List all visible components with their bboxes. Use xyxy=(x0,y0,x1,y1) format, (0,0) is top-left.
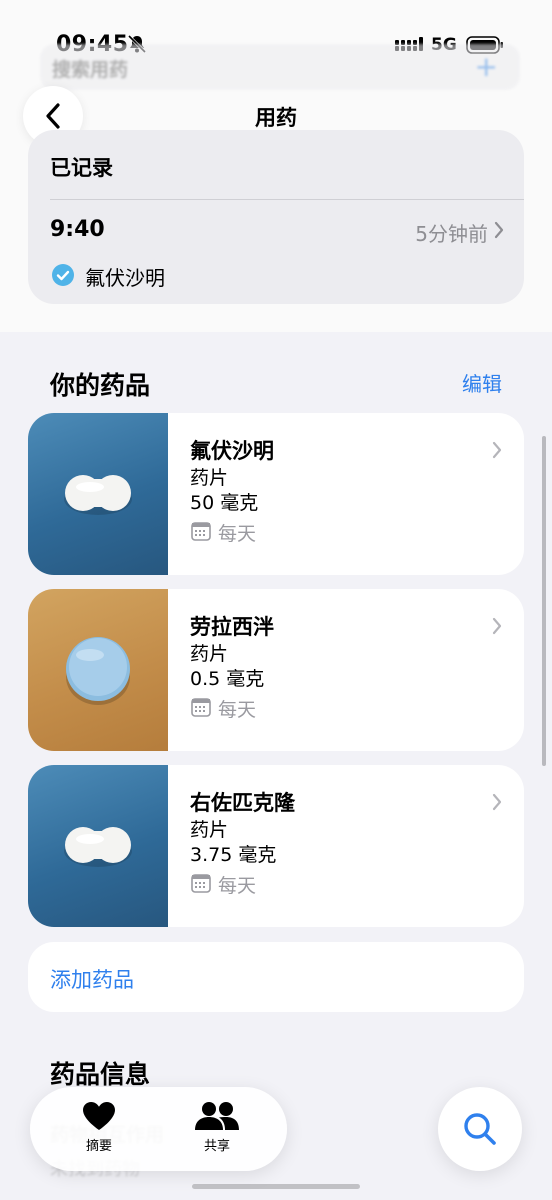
heart-icon xyxy=(83,1102,115,1130)
chevron-right-icon xyxy=(492,617,502,635)
search-placeholder: 搜索用药 xyxy=(52,59,129,81)
tab-summary[interactable]: 摘要 xyxy=(59,1101,139,1154)
med-name: 右佐匹克隆 xyxy=(190,791,295,815)
section-title-your-meds: 你的药品 xyxy=(50,371,151,400)
add-medication-button[interactable]: 添加药品 xyxy=(28,942,524,1012)
tab-label: 共享 xyxy=(203,1139,230,1154)
page-title: 用药 xyxy=(255,106,297,130)
pill-image xyxy=(28,589,168,751)
med-schedule: 每天 xyxy=(218,523,257,545)
edit-button[interactable]: 编辑 xyxy=(462,368,502,397)
med-schedule: 每天 xyxy=(218,699,257,721)
calendar-icon xyxy=(191,522,211,541)
search-button[interactable] xyxy=(438,1087,522,1171)
pill-image xyxy=(28,413,168,575)
med-card[interactable]: 劳拉西泮 药片 0.5 毫克 每天 xyxy=(28,589,524,751)
med-form: 药片 xyxy=(190,467,229,489)
home-indicator xyxy=(192,1184,360,1189)
med-card[interactable]: 右佐匹克隆 药片 3.75 毫克 每天 xyxy=(28,765,524,927)
tab-bar: 摘要 共享 xyxy=(30,1087,287,1171)
logged-time[interactable]: 9:40 xyxy=(50,217,105,242)
med-dose: 3.75 毫克 xyxy=(190,844,277,866)
divider xyxy=(50,199,524,200)
chevron-right-icon[interactable] xyxy=(494,221,504,239)
med-form: 药片 xyxy=(190,643,229,665)
scrollbar[interactable] xyxy=(542,436,546,766)
section-title-med-info: 药品信息 xyxy=(50,1060,151,1089)
med-form: 药片 xyxy=(190,819,229,841)
med-dose: 50 毫克 xyxy=(190,492,259,514)
capsule-pill-icon xyxy=(64,827,132,867)
pill-image xyxy=(28,765,168,927)
capsule-pill-icon xyxy=(64,475,132,515)
logged-card: 已记录 9:40 5分钟前 氟伏沙明 xyxy=(28,130,524,304)
add-medication-label: 添加药品 xyxy=(50,968,134,992)
logged-med-name: 氟伏沙明 xyxy=(85,266,165,290)
people-icon xyxy=(195,1102,239,1130)
search-icon xyxy=(464,1113,496,1145)
search-bar-ghost: 搜索用药 + xyxy=(40,44,520,90)
calendar-icon xyxy=(191,874,211,893)
logged-title: 已记录 xyxy=(50,156,113,180)
med-schedule: 每天 xyxy=(218,875,257,897)
med-card[interactable]: 氟伏沙明 药片 50 毫克 每天 xyxy=(28,413,524,575)
chevron-right-icon xyxy=(492,441,502,459)
med-dose: 0.5 毫克 xyxy=(190,668,265,690)
add-icon: + xyxy=(474,50,498,83)
med-name: 劳拉西泮 xyxy=(190,615,274,639)
tab-sharing[interactable]: 共享 xyxy=(177,1101,257,1154)
round-pill-icon xyxy=(66,637,130,705)
chevron-right-icon xyxy=(492,793,502,811)
calendar-icon xyxy=(191,698,211,717)
checkmark-circle-icon xyxy=(52,264,74,286)
med-name: 氟伏沙明 xyxy=(190,439,274,463)
tab-label: 摘要 xyxy=(85,1139,112,1154)
logged-ago[interactable]: 5分钟前 xyxy=(415,218,488,247)
